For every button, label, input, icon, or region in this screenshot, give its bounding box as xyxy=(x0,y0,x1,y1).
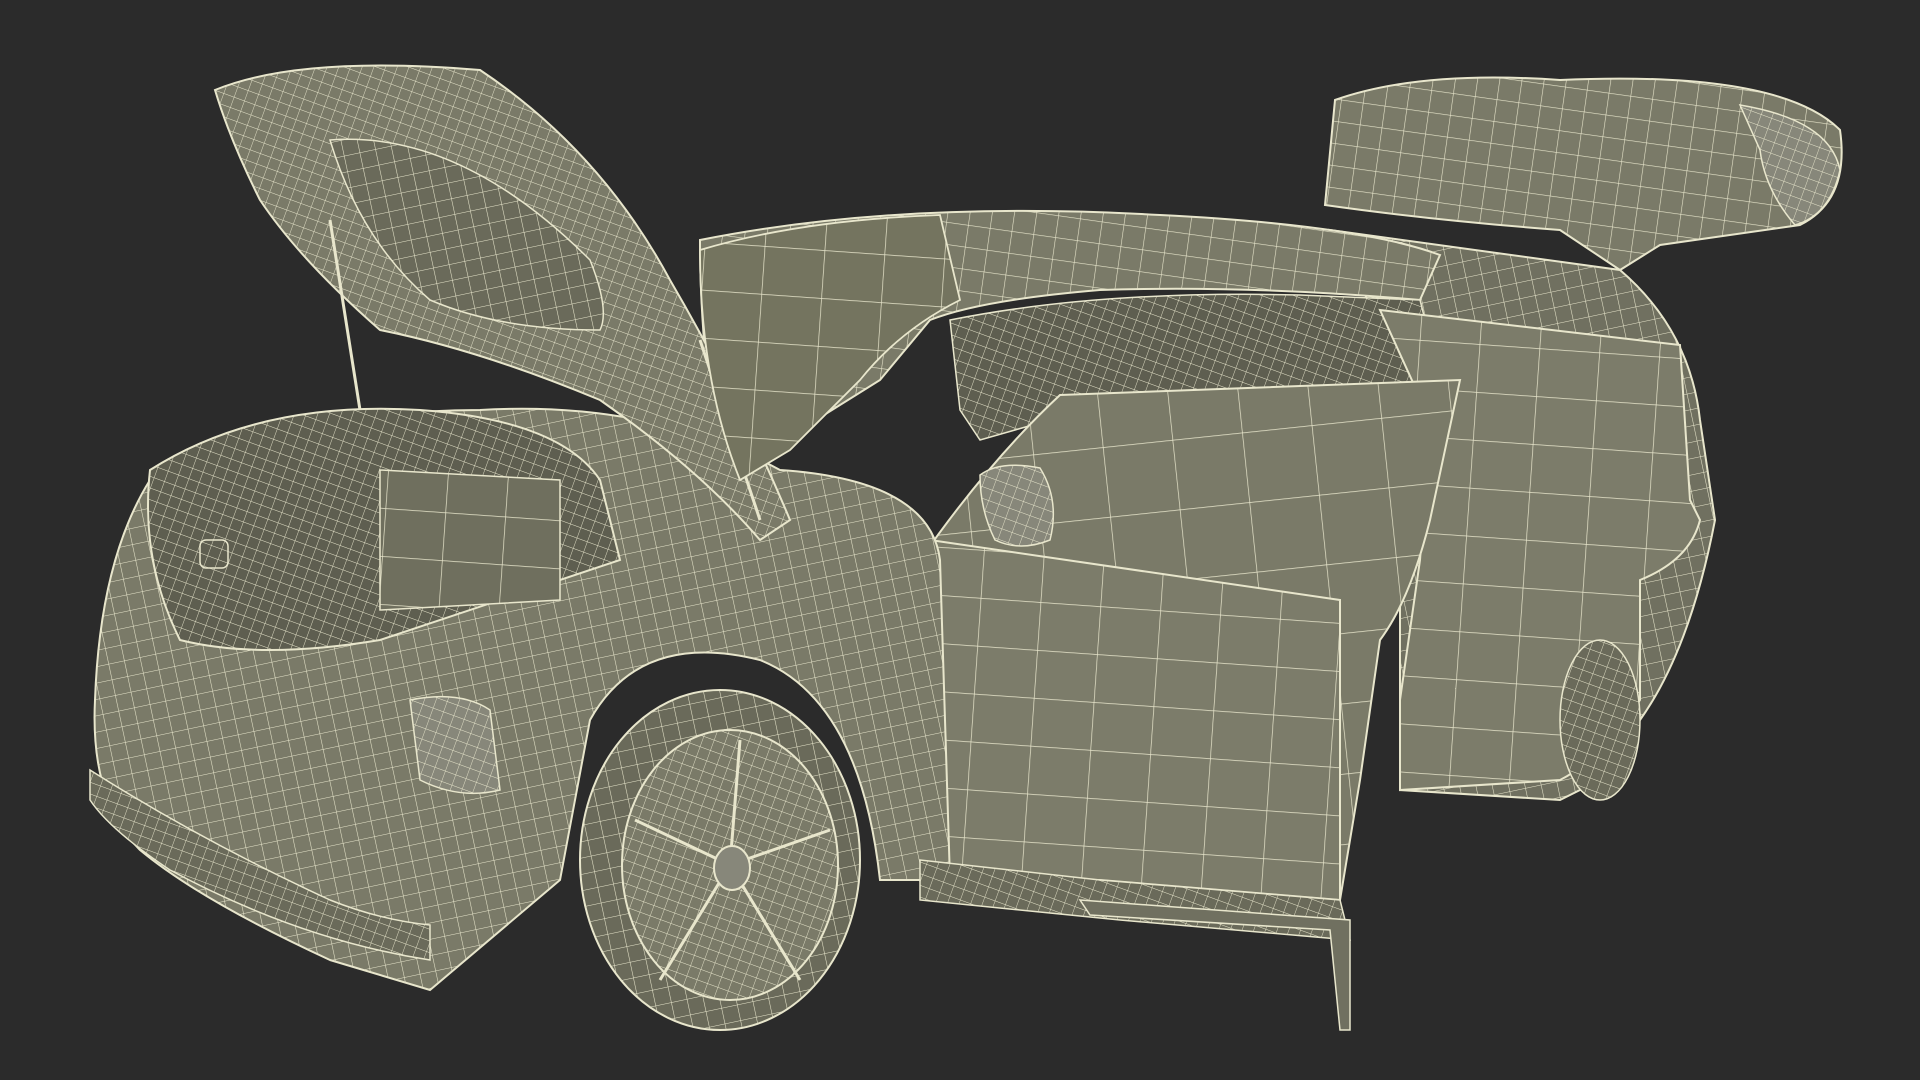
rear-wheel xyxy=(1559,639,1641,801)
front-door-lower xyxy=(929,538,1341,902)
front-wheel xyxy=(579,689,861,1031)
render-viewport xyxy=(0,0,1920,1080)
headlight xyxy=(409,695,501,795)
windshield xyxy=(699,214,962,482)
car-wireframe-model xyxy=(89,64,1843,1031)
